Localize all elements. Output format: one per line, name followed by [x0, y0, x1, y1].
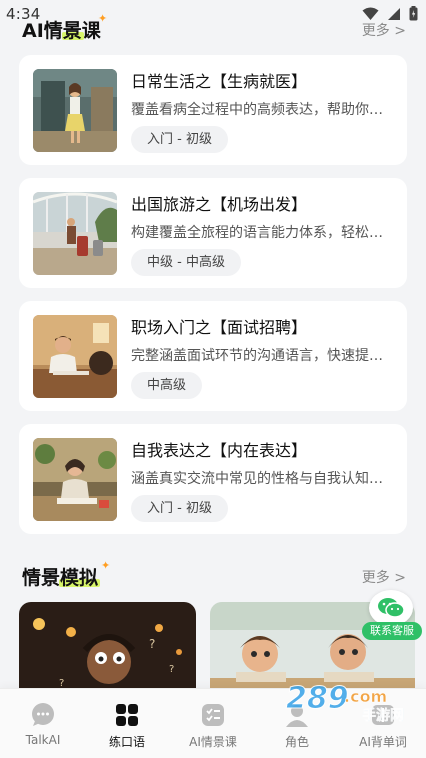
course-thumbnail: [33, 69, 117, 152]
sparkle-icon: ✦: [101, 559, 111, 572]
nav-item-talkai[interactable]: TalkAI: [8, 689, 78, 758]
nav-item-ai-scenario-course[interactable]: AI情景课: [178, 689, 248, 758]
customer-service-button[interactable]: 联系客服: [362, 590, 422, 644]
book-icon: [371, 703, 395, 727]
chat-bubble-icon: [31, 703, 55, 727]
course-card[interactable]: 出国旅游之【机场出发】 构建覆盖全旅程的语言能力体系，轻松应对机场场景 中级 -…: [19, 178, 407, 288]
course-title: 日常生活之【生病就医】: [131, 72, 308, 91]
course-thumbnail: [33, 192, 117, 275]
course-card[interactable]: 日常生活之【生病就医】 覆盖看病全过程中的高频表达，帮助你在医院里自如沟通 入门…: [19, 55, 407, 165]
nav-label: AI背单词: [359, 735, 407, 749]
course-description: 涵盖真实交流中常见的性格与自我认知表达方式: [131, 471, 383, 487]
nav-item-role[interactable]: 角色: [262, 689, 332, 758]
svg-text:?: ?: [149, 637, 155, 651]
svg-text:?: ?: [169, 664, 174, 675]
course-title: 职场入门之【面试招聘】: [131, 318, 308, 337]
course-description: 完整涵盖面试环节的沟通语言，快速提升求职表达: [131, 348, 383, 364]
course-level-badge: 中级 - 中高级: [131, 249, 241, 276]
scenario-card[interactable]: ? ? ?: [19, 602, 196, 702]
sparkle-icon: ✦: [98, 12, 108, 25]
grid-icon: [115, 703, 139, 727]
course-thumbnail: [33, 438, 117, 521]
scenario-section-title: 情景模拟: [22, 567, 99, 589]
course-description: 构建覆盖全旅程的语言能力体系，轻松应对机场场景: [131, 225, 383, 241]
course-card[interactable]: 自我表达之【内在表达】 涵盖真实交流中常见的性格与自我认知表达方式 入门 - 初…: [19, 424, 407, 534]
nav-item-practice[interactable]: 练口语: [92, 689, 162, 758]
nav-label: TalkAI: [25, 733, 61, 747]
battery-icon: [409, 6, 418, 21]
course-card[interactable]: 职场入门之【面试招聘】 完整涵盖面试环节的沟通语言，快速提升求职表达 中高级: [19, 301, 407, 411]
course-description: 覆盖看病全过程中的高频表达，帮助你在医院里自如沟通: [131, 102, 383, 118]
course-thumbnail: [33, 315, 117, 398]
course-level-badge: 中高级: [131, 372, 203, 399]
nav-label: 角色: [284, 735, 309, 749]
course-title: 出国旅游之【机场出发】: [131, 195, 308, 214]
scenario-section-header: 情景模拟 ✦ 更多 >: [22, 559, 406, 591]
scenario-more-link[interactable]: 更多 >: [362, 567, 406, 587]
course-level-badge: 入门 - 初级: [131, 495, 228, 522]
course-list: 日常生活之【生病就医】 覆盖看病全过程中的高频表达，帮助你在医院里自如沟通 入门…: [19, 55, 407, 547]
courses-section-title: AI情景课: [22, 20, 101, 42]
person-icon: [285, 703, 309, 727]
checklist-icon: [201, 703, 225, 727]
nav-item-vocabulary[interactable]: AI背单词: [348, 689, 418, 758]
course-title: 自我表达之【内在表达】: [131, 441, 308, 460]
bottom-nav: TalkAI 练口语 AI情景课 角色 AI背单词: [0, 688, 426, 758]
wechat-icon: [369, 590, 413, 626]
courses-section-header: AI情景课 ✦ 更多 >: [22, 12, 406, 44]
nav-label: 练口语: [108, 735, 145, 749]
courses-more-link[interactable]: 更多 >: [362, 20, 406, 40]
nav-label: AI情景课: [189, 735, 237, 749]
course-level-badge: 入门 - 初级: [131, 126, 228, 153]
customer-service-label: 联系客服: [362, 622, 422, 640]
